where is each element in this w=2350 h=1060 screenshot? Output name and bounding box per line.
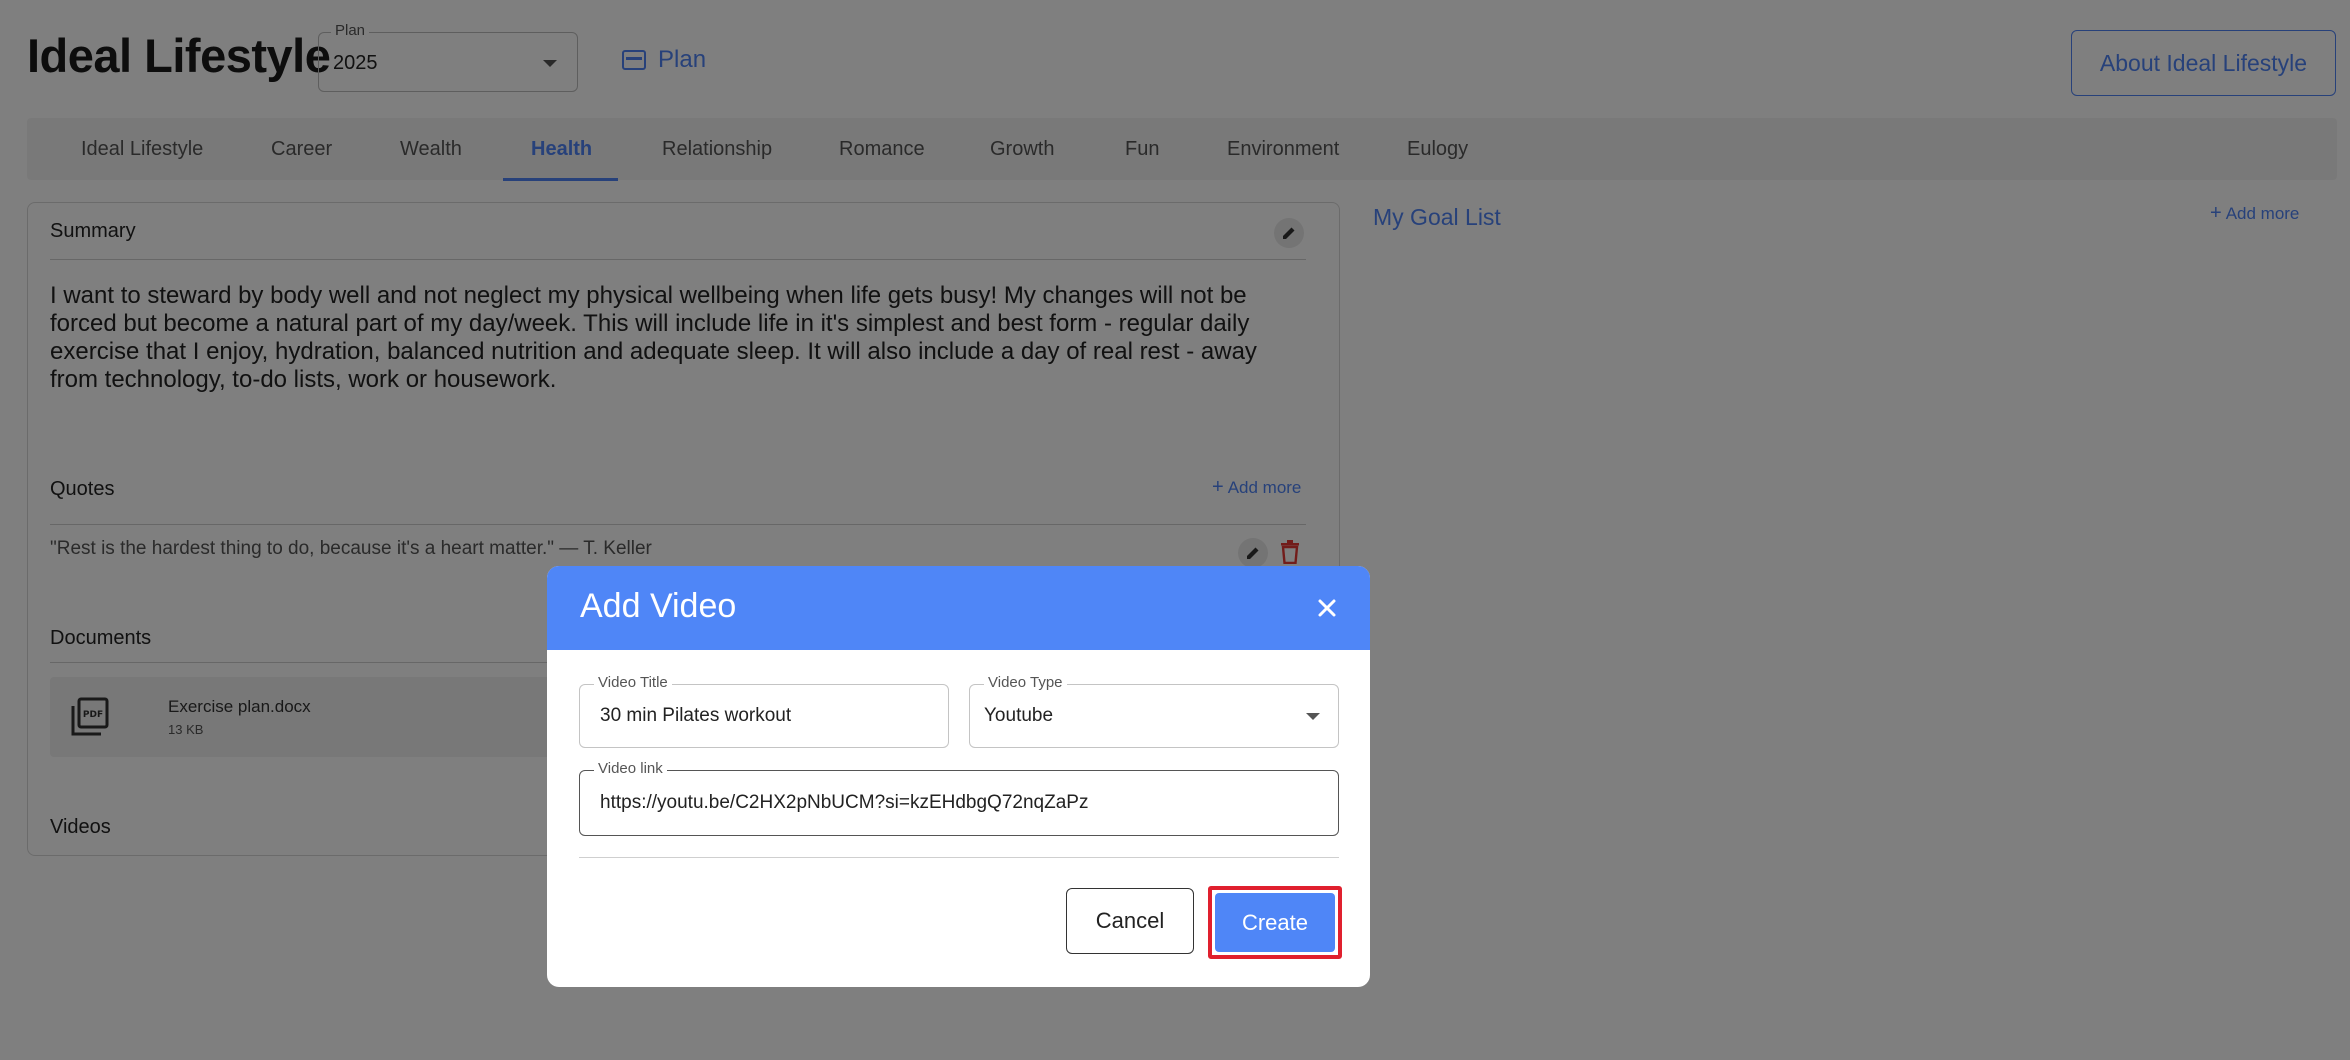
video-title-input[interactable]: Video Title 30 min Pilates workout [579,674,949,748]
video-type-value: Youtube [984,705,1054,726]
video-title-value: 30 min Pilates workout [600,705,792,726]
cancel-button[interactable]: Cancel [1066,888,1194,954]
dialog-title: Add Video [580,587,737,625]
video-type-label: Video Type [984,674,1067,691]
video-link-input[interactable]: Video link https://youtu.be/C2HX2pNbUCM?… [579,760,1339,836]
add-video-dialog: Add Video Video Title 30 min Pilates wor… [547,566,1370,987]
video-link-value: https://youtu.be/C2HX2pNbUCM?si=kzEHdbgQ… [600,792,1089,813]
dropdown-caret-icon [1306,713,1320,720]
create-button-highlight: Create [1208,886,1342,959]
video-link-label: Video link [594,760,667,777]
close-icon[interactable] [1313,594,1341,622]
video-type-select[interactable]: Video Type Youtube [969,674,1339,748]
create-button[interactable]: Create [1215,893,1335,952]
video-title-label: Video Title [594,674,672,691]
dialog-divider [579,857,1339,858]
